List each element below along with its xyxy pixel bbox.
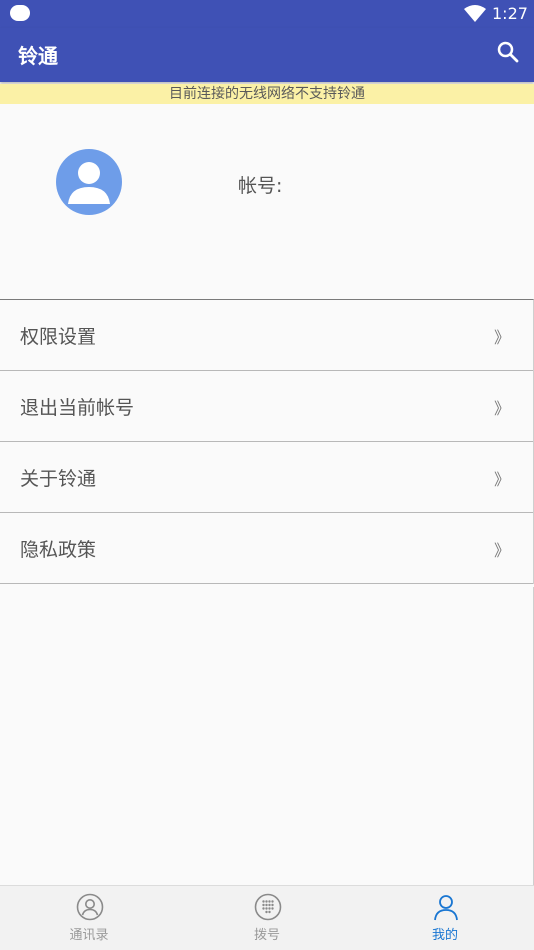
menu-item-about[interactable]: 关于铃通 》: [0, 442, 533, 513]
wifi-icon: [464, 5, 486, 22]
menu-item-label: 隐私政策: [20, 539, 97, 561]
menu-item-label: 退出当前帐号: [20, 397, 135, 419]
tab-label: 拨号: [253, 928, 280, 943]
tab-me[interactable]: 我的: [356, 886, 534, 950]
person-icon: [434, 895, 458, 921]
tab-label: 通讯录: [69, 928, 109, 943]
app-bar: 铃通: [0, 28, 534, 82]
bottom-navigation: 通讯录 拨号 我的: [0, 885, 534, 950]
menu-item-logout[interactable]: 退出当前帐号 》: [0, 371, 533, 442]
search-icon: [497, 41, 519, 63]
dialpad-icon: [254, 893, 282, 921]
tab-contacts[interactable]: 通讯录: [0, 886, 178, 950]
content-area: [0, 587, 534, 885]
chevron-right-icon: 》: [494, 328, 511, 347]
chevron-right-icon: 》: [494, 470, 511, 489]
menu-item-permissions[interactable]: 权限设置 》: [0, 300, 533, 371]
notification-icon: [10, 5, 30, 21]
tab-dialpad[interactable]: 拨号: [178, 886, 356, 950]
account-label: 帐号:: [238, 175, 283, 197]
chevron-right-icon: 》: [494, 541, 511, 560]
search-button[interactable]: [496, 40, 520, 64]
avatar[interactable]: [56, 149, 122, 215]
chevron-right-icon: 》: [494, 399, 511, 418]
menu-item-label: 权限设置: [20, 326, 97, 348]
settings-menu: 权限设置 》 退出当前帐号 》 关于铃通 》 隐私政策 》: [0, 299, 534, 584]
contacts-icon: [76, 893, 104, 921]
menu-item-privacy[interactable]: 隐私政策 》: [0, 513, 533, 584]
app-title: 铃通: [18, 44, 58, 68]
wifi-warning-banner: 目前连接的无线网络不支持铃通: [0, 84, 534, 104]
status-time: 1:27: [492, 4, 528, 23]
tab-label: 我的: [431, 928, 458, 943]
profile-section: 帐号:: [0, 104, 534, 299]
status-bar: 1:27: [0, 0, 534, 28]
menu-item-label: 关于铃通: [20, 468, 97, 490]
